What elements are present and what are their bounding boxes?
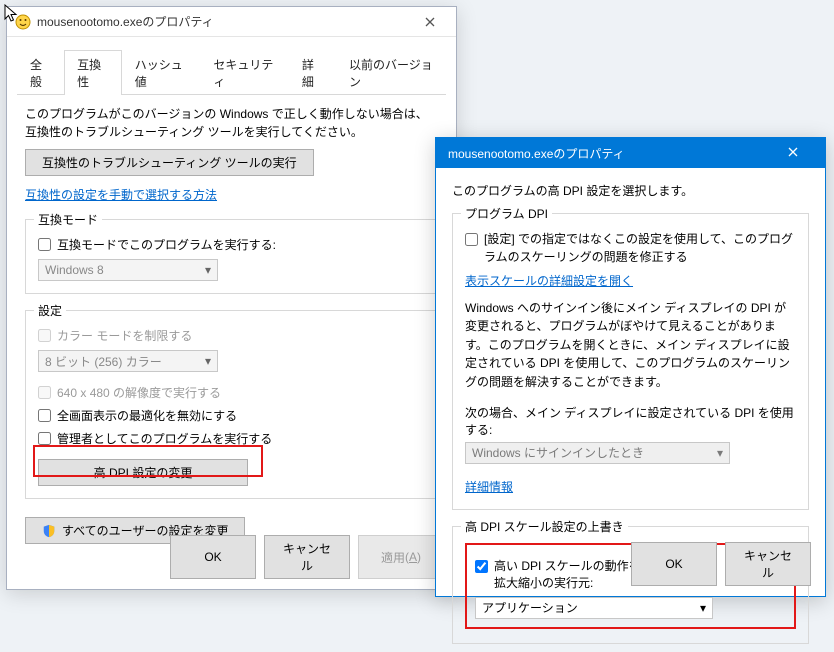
ok-button[interactable]: OK xyxy=(170,535,256,579)
chk-admin-label: 管理者としてこのプログラムを実行する xyxy=(57,430,272,447)
select-dpi-when: Windows にサインインしたとき ▾ xyxy=(465,442,730,464)
chk-compat-mode[interactable] xyxy=(38,238,51,251)
cancel-button[interactable]: キャンセル xyxy=(725,542,811,586)
chk-override-dpi[interactable] xyxy=(475,560,488,573)
chk-fullscreen-label: 全画面表示の最適化を無効にする xyxy=(57,407,237,424)
close-icon xyxy=(788,147,798,157)
chk-compat-label: 互換モードでこのプログラムを実行する: xyxy=(57,236,276,253)
close-button[interactable] xyxy=(412,10,448,34)
select-scaling-value: アプリケーション xyxy=(482,599,578,616)
chk-color-mode xyxy=(38,329,51,342)
select-os[interactable]: Windows 8 ▾ xyxy=(38,259,218,281)
detail-link[interactable]: 詳細情報 xyxy=(465,480,513,494)
apply-label: 適用 xyxy=(381,549,405,566)
cancel-button[interactable]: キャンセル xyxy=(264,535,350,579)
use-dpi-when-label: 次の場合、メイン ディスプレイに設定されている DPI を使用する: xyxy=(465,404,796,438)
group-program-dpi: プログラム DPI [設定] での指定ではなくこの設定を使用して、このプログラム… xyxy=(452,213,809,510)
group-compat-title: 互換モード xyxy=(34,211,102,228)
chk-640-label: 640 x 480 の解像度で実行する xyxy=(57,384,221,401)
group-program-dpi-title: プログラム DPI xyxy=(461,205,552,222)
window-title: mousenootomo.exeのプロパティ xyxy=(37,13,412,30)
group-settings-title: 設定 xyxy=(34,302,66,319)
properties-window-compat: mousenootomo.exeのプロパティ 全般 互換性 ハッシュ値 セキュリ… xyxy=(6,6,457,590)
tabs: 全般 互換性 ハッシュ値 セキュリティ 詳細 以前のバージョン xyxy=(17,49,446,95)
intro-text: このプログラムがこのバージョンの Windows で正しく動作しない場合は、互換… xyxy=(25,105,438,141)
chk-color-label: カラー モードを制限する xyxy=(57,327,192,344)
chk-run-admin[interactable] xyxy=(38,432,51,445)
select-color-mode: 8 ビット (256) カラー ▾ xyxy=(38,350,218,372)
tab-previous-versions[interactable]: 以前のバージョン xyxy=(336,50,446,95)
tab-details[interactable]: 詳細 xyxy=(289,50,336,95)
chk-override-line2: 拡大縮小の実行元: xyxy=(494,576,593,590)
chevron-down-icon: ▾ xyxy=(205,354,211,368)
apply-accel: A xyxy=(409,550,417,564)
titlebar[interactable]: mousenootomo.exeのプロパティ xyxy=(436,138,825,168)
close-icon xyxy=(425,17,435,27)
tab-hash[interactable]: ハッシュ値 xyxy=(122,50,201,95)
properties-window-highdpi: mousenootomo.exeのプロパティ このプログラムの高 DPI 設定を… xyxy=(435,137,826,597)
chk-fullscreen-opt[interactable] xyxy=(38,409,51,422)
select-os-value: Windows 8 xyxy=(45,263,104,277)
tab-general[interactable]: 全般 xyxy=(17,50,64,95)
manual-link[interactable]: 互換性の設定を手動で選択する方法 xyxy=(25,188,217,202)
troubleshoot-button[interactable]: 互換性のトラブルシューティング ツールの実行 xyxy=(25,149,314,176)
dialog-buttons: OK キャンセル 適用(A) xyxy=(170,535,444,579)
dialog-buttons: OK キャンセル xyxy=(631,542,811,586)
app-icon xyxy=(15,14,31,30)
dpi-explain: Windows へのサインイン後にメイン ディスプレイの DPI が変更されると… xyxy=(465,299,796,392)
intro-text: このプログラムの高 DPI 設定を選択します。 xyxy=(452,182,809,201)
chk-use-setting-label: [設定] での指定ではなくこの設定を使用して、このプログラムのスケーリングの問題… xyxy=(484,230,796,266)
shield-icon xyxy=(42,524,56,538)
close-button[interactable] xyxy=(773,146,813,160)
group-compat-mode: 互換モード 互換モードでこのプログラムを実行する: Windows 8 ▾ xyxy=(25,219,438,294)
group-settings: 設定 カラー モードを制限する 8 ビット (256) カラー ▾ 640 x … xyxy=(25,310,438,499)
chk-640x480 xyxy=(38,386,51,399)
chevron-down-icon: ▾ xyxy=(205,263,211,277)
open-scale-settings-link[interactable]: 表示スケールの詳細設定を開く xyxy=(465,274,633,288)
group-dpi-override-title: 高 DPI スケール設定の上書き xyxy=(461,518,628,535)
chevron-down-icon: ▾ xyxy=(700,601,706,615)
tab-compatibility[interactable]: 互換性 xyxy=(64,50,122,95)
select-scaling-performed-by[interactable]: アプリケーション ▾ xyxy=(475,597,713,619)
apply-button: 適用(A) xyxy=(358,535,444,579)
tab-security[interactable]: セキュリティ xyxy=(200,50,289,95)
chevron-down-icon: ▾ xyxy=(717,446,723,460)
change-dpi-button[interactable]: 高 DPI 設定の変更 xyxy=(38,459,248,486)
titlebar[interactable]: mousenootomo.exeのプロパティ xyxy=(7,7,456,37)
select-dpi-when-value: Windows にサインインしたとき xyxy=(472,444,644,461)
select-color-value: 8 ビット (256) カラー xyxy=(45,353,162,370)
chk-use-setting[interactable] xyxy=(465,233,478,246)
ok-button[interactable]: OK xyxy=(631,542,717,586)
window-title: mousenootomo.exeのプロパティ xyxy=(448,145,773,162)
